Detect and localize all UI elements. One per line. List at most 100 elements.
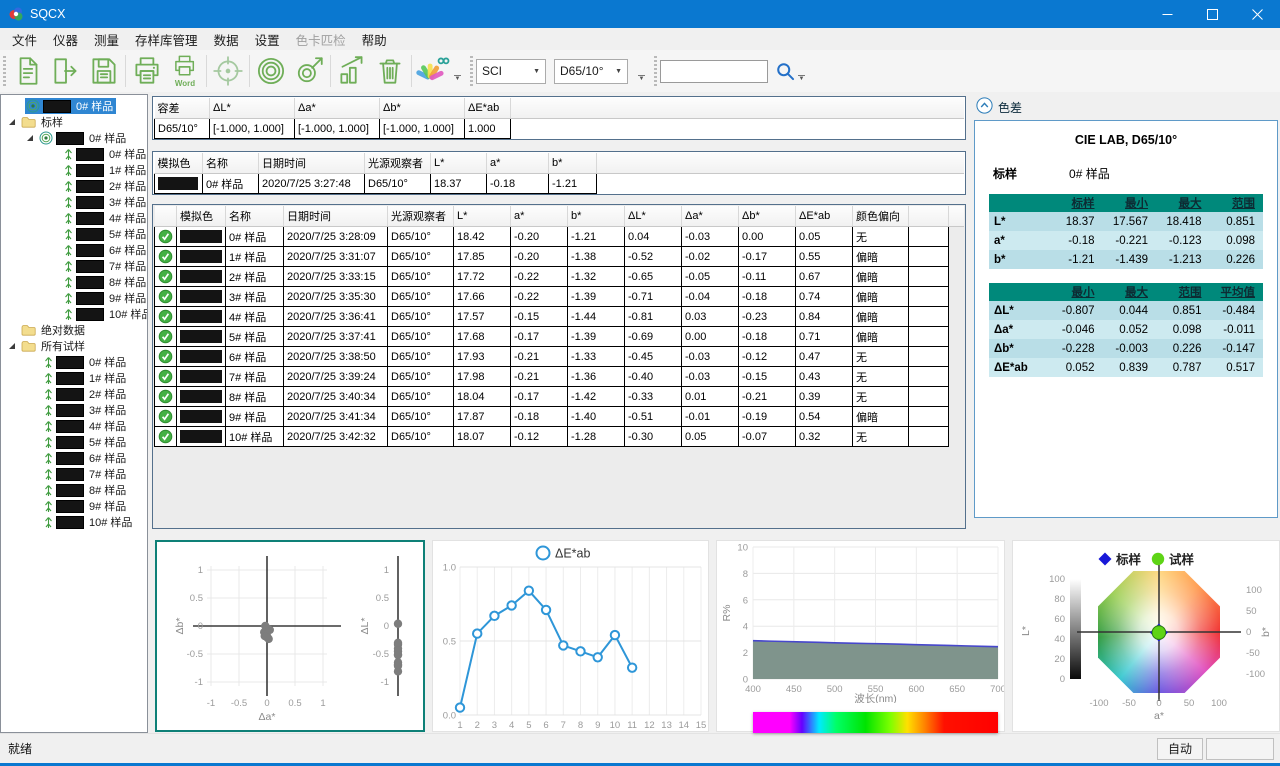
sample-row-5[interactable]: 5# 样品2020/7/25 3:37:41D65/10°17.68-0.17-… — [155, 327, 965, 347]
illuminant-select[interactable]: D65/10°▼ — [554, 59, 628, 84]
column-header[interactable]: Δb* — [739, 206, 796, 227]
column-header[interactable]: ΔL* — [625, 206, 682, 227]
tree-item-label: 3# 样品 — [109, 194, 146, 210]
column-header[interactable]: Δa* — [682, 206, 739, 227]
tolerance-row[interactable]: D65/10°[-1.000, 1.000][-1.000, 1.000][-1… — [155, 119, 965, 139]
menu-item-help[interactable]: 帮助 — [354, 28, 395, 51]
toolbar-overflow-button[interactable]: ▼ — [638, 75, 645, 82]
minimize-button[interactable] — [1145, 0, 1190, 28]
tree-item-23[interactable]: 7# 样品 — [1, 466, 147, 482]
column-header[interactable]: a* — [511, 206, 568, 227]
tree-item-2[interactable]: 0# 样品 — [1, 130, 147, 146]
tree-item-22[interactable]: 6# 样品 — [1, 450, 147, 466]
tree-item-1[interactable]: 标样 — [1, 114, 147, 130]
tree-item-17[interactable]: 1# 样品 — [1, 370, 147, 386]
tree-item-label: 0# 样品 — [89, 130, 126, 146]
chart-deltae-trend-panel[interactable]: 1234567891011121314150.00.51.0ΔE*ab — [432, 540, 709, 732]
standard-row[interactable]: 0# 样品2020/7/25 3:27:48D65/10°18.37-0.18-… — [155, 174, 965, 194]
sample-row-0[interactable]: 0# 样品2020/7/25 3:28:09D65/10°18.42-0.20-… — [155, 227, 965, 247]
toolbar-overflow-button[interactable]: ▼ — [454, 75, 461, 82]
tree-item-5[interactable]: 2# 样品 — [1, 178, 147, 194]
tree-item-9[interactable]: 6# 样品 — [1, 242, 147, 258]
sample-cell: -0.18 — [739, 327, 796, 347]
column-header[interactable]: 模拟色 — [177, 206, 226, 227]
menu-item-instrument[interactable]: 仪器 — [45, 28, 86, 51]
simulated-color-cell — [177, 267, 226, 287]
menu-item-file[interactable]: 文件 — [4, 28, 45, 51]
menu-item-sample-library[interactable]: 存样库管理 — [127, 28, 206, 51]
tree-item-24[interactable]: 8# 样品 — [1, 482, 147, 498]
search-input[interactable] — [660, 60, 768, 83]
chart-scatter-panel[interactable]: -1-0.500.5110.50-0.5-1Δa*Δb*10.50-0.5-1Δ… — [155, 540, 425, 732]
tree-item-11[interactable]: 8# 样品 — [1, 274, 147, 290]
sample-row-9[interactable]: 9# 样品2020/7/25 3:41:34D65/10°17.87-0.18-… — [155, 407, 965, 427]
sample-row-6[interactable]: 6# 样品2020/7/25 3:38:50D65/10°17.93-0.21-… — [155, 347, 965, 367]
tree-item-14[interactable]: 绝对数据 — [1, 322, 147, 338]
auto-mode-button[interactable]: 自动 — [1157, 738, 1203, 760]
collapse-panel-button[interactable] — [976, 97, 993, 117]
menu-item-settings[interactable]: 设置 — [247, 28, 288, 51]
tree-item-10[interactable]: 7# 样品 — [1, 258, 147, 274]
tree-item-4[interactable]: 1# 样品 — [1, 162, 147, 178]
column-header[interactable]: 颜色偏向 — [853, 206, 909, 227]
chart-lab-gamut-panel[interactable]: 标样试样100806040200L*-100-50050100a*100500-… — [1012, 540, 1280, 732]
measure-sample-button[interactable] — [290, 52, 328, 90]
tree-item-6[interactable]: 3# 样品 — [1, 194, 147, 210]
tree-item-15[interactable]: 所有试样 — [1, 338, 147, 354]
column-header[interactable] — [155, 206, 177, 227]
sample-row-3[interactable]: 3# 样品2020/7/25 3:35:30D65/10°17.66-0.22-… — [155, 287, 965, 307]
column-header[interactable]: ΔE*ab — [796, 206, 853, 227]
chart-reflectance-panel[interactable]: 0246810400450500550600650700R%波长(nm) — [716, 540, 1005, 732]
tree-item-18[interactable]: 2# 样品 — [1, 386, 147, 402]
tree-item-13[interactable]: 10# 样品 — [1, 306, 147, 322]
menu-item-data[interactable]: 数据 — [206, 28, 247, 51]
tree-item-19[interactable]: 3# 样品 — [1, 402, 147, 418]
column-header[interactable] — [909, 206, 949, 227]
print-button[interactable] — [128, 52, 166, 90]
tree-item-20[interactable]: 4# 样品 — [1, 418, 147, 434]
toolbar-grip[interactable] — [654, 56, 657, 86]
sample-row-10[interactable]: 10# 样品2020/7/25 3:42:32D65/10°18.07-0.12… — [155, 427, 965, 447]
save-button[interactable] — [85, 52, 123, 90]
sample-cell: 0.32 — [796, 427, 853, 447]
column-header[interactable]: L* — [454, 206, 511, 227]
sample-row-2[interactable]: 2# 样品2020/7/25 3:33:15D65/10°17.72-0.22-… — [155, 267, 965, 287]
sample-row-7[interactable]: 7# 样品2020/7/25 3:39:24D65/10°17.98-0.21-… — [155, 367, 965, 387]
tree-item-26[interactable]: 10# 样品 — [1, 514, 147, 530]
close-button[interactable] — [1235, 0, 1280, 28]
column-header[interactable]: b* — [568, 206, 625, 227]
menu-item-measure[interactable]: 测量 — [86, 28, 127, 51]
color-card-search-button[interactable] — [414, 52, 452, 90]
tree-item-21[interactable]: 5# 样品 — [1, 434, 147, 450]
tree-item-0[interactable]: 0# 样品 — [1, 98, 147, 114]
column-header[interactable]: 光源观察者 — [388, 206, 454, 227]
sci-mode-select[interactable]: SCI▼ — [476, 59, 546, 84]
search-icon[interactable] — [774, 60, 796, 82]
sample-cell: 0.00 — [739, 227, 796, 247]
sample-row-4[interactable]: 4# 样品2020/7/25 3:36:41D65/10°17.57-0.15-… — [155, 307, 965, 327]
sample-row-8[interactable]: 8# 样品2020/7/25 3:40:34D65/10°18.04-0.17-… — [155, 387, 965, 407]
toolbar-grip[interactable] — [3, 56, 6, 86]
column-header[interactable]: 日期时间 — [284, 206, 388, 227]
expander-icon[interactable] — [7, 341, 17, 351]
maximize-button[interactable] — [1190, 0, 1235, 28]
export-button[interactable] — [47, 52, 85, 90]
tree-item-8[interactable]: 5# 样品 — [1, 226, 147, 242]
tree-item-7[interactable]: 4# 样品 — [1, 210, 147, 226]
expander-icon[interactable] — [7, 117, 17, 127]
column-header[interactable]: 名称 — [226, 206, 284, 227]
sample-row-1[interactable]: 1# 样品2020/7/25 3:31:07D65/10°17.85-0.20-… — [155, 247, 965, 267]
expander-icon[interactable] — [25, 133, 35, 143]
delete-button[interactable] — [371, 52, 409, 90]
sample-cell: -0.20 — [511, 227, 568, 247]
tree-item-25[interactable]: 9# 样品 — [1, 498, 147, 514]
measure-standard-button[interactable] — [252, 52, 290, 90]
toolbar-grip[interactable] — [470, 56, 473, 86]
tree-item-12[interactable]: 9# 样品 — [1, 290, 147, 306]
toolbar-overflow-button[interactable]: ▼ — [798, 75, 805, 82]
new-document-button[interactable] — [9, 52, 47, 90]
tree-item-3[interactable]: 0# 样品 — [1, 146, 147, 162]
statistics-button[interactable] — [333, 52, 371, 90]
print-word-button[interactable]: Word — [166, 52, 204, 90]
tree-item-16[interactable]: 0# 样品 — [1, 354, 147, 370]
